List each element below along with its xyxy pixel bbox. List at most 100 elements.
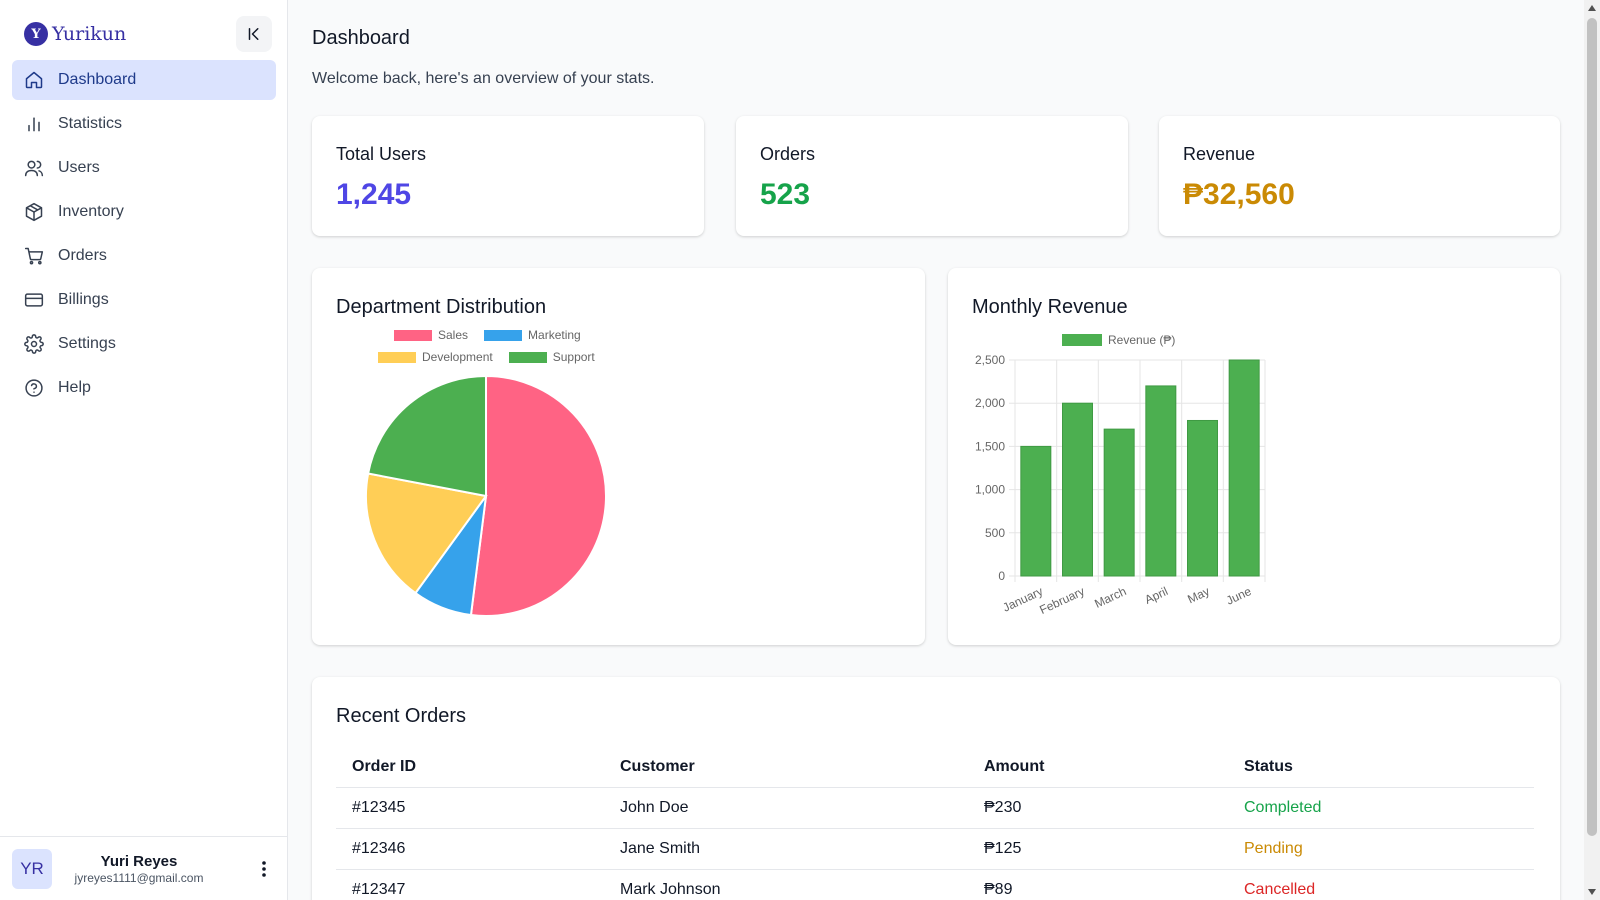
caret-down-icon (1588, 889, 1596, 895)
x-tick-label: May (1185, 584, 1211, 606)
legend-label: Development (422, 350, 493, 364)
page-title: Dashboard (312, 27, 410, 49)
department-distribution-card: Department Distribution Sales Marketing D… (312, 268, 925, 645)
bar-may[interactable] (1187, 419, 1218, 577)
column-header-customer[interactable]: Customer (604, 747, 968, 788)
sidebar-item-label: Statistics (58, 115, 123, 132)
sidebar-item-statistics[interactable]: Statistics (12, 104, 276, 144)
bar-chart: Revenue (₱) 0 500 1,000 1,500 2,000 2,500 Janua… (975, 333, 1266, 617)
column-header-amount[interactable]: Amount (968, 747, 1228, 788)
sidebar-item-billings[interactable]: Billings (12, 280, 276, 320)
order-id: #12347 (336, 869, 604, 900)
bar-june[interactable] (1228, 359, 1260, 577)
profile-menu-button[interactable] (254, 859, 274, 879)
legend-label: Sales (438, 328, 469, 342)
legend-label: Marketing (528, 328, 581, 342)
table-header-row: Order ID Customer Amount Status (336, 747, 1534, 788)
legend-item-development[interactable]: Development (378, 350, 493, 364)
order-amount: ₱125 (968, 828, 1228, 870)
legend-swatch (508, 351, 547, 363)
sidebar-item-label: Help (58, 379, 91, 396)
order-customer: Jane Smith (604, 828, 968, 870)
x-tick-label: March (1092, 584, 1128, 611)
order-customer: John Doe (604, 787, 968, 829)
sidebar-item-orders[interactable]: Orders (12, 236, 276, 276)
caret-up-icon (1588, 5, 1596, 11)
table-row[interactable]: #12346 Jane Smith ₱125 Pending (336, 828, 1534, 870)
home-icon (25, 71, 43, 89)
legend-item-support[interactable]: Support (508, 350, 595, 364)
x-tick-label: June (1224, 584, 1254, 608)
sidebar-nav: Dashboard Statistics Users Inventory Ord… (12, 60, 276, 412)
stat-value: ₱32,560 (1183, 178, 1295, 211)
legend-swatch (394, 329, 432, 341)
sidebar-item-settings[interactable]: Settings (12, 324, 276, 364)
column-header-status[interactable]: Status (1228, 747, 1534, 788)
scroll-up-arrow[interactable] (1584, 0, 1600, 16)
collapse-icon (248, 28, 259, 40)
brand-logo[interactable]: Y Yurikun (24, 20, 126, 48)
collapse-sidebar-button[interactable] (236, 16, 272, 52)
table-row[interactable]: #12347 Mark Johnson ₱89 Cancelled (336, 869, 1534, 900)
y-tick-label: 1,500 (975, 439, 1005, 453)
user-profile: YR Yuri Reyes jyreyes1111@gmail.com (0, 836, 287, 900)
bar-april[interactable] (1145, 385, 1177, 577)
sidebar-item-help[interactable]: Help (12, 368, 276, 408)
table-row[interactable]: #12345 John Doe ₱230 Completed (336, 787, 1534, 829)
credit-card-icon (24, 293, 44, 307)
gear-icon (24, 334, 44, 354)
legend-swatch (378, 351, 416, 363)
profile-name: Yuri Reyes (100, 852, 178, 870)
legend-swatch (1062, 334, 1102, 346)
stat-value: 1,245 (336, 178, 412, 211)
pie-chart (365, 374, 607, 617)
x-tick-label: February (1037, 584, 1086, 617)
brand-badge: Y (24, 22, 48, 46)
stat-card-orders: Orders 523 (736, 116, 1128, 236)
legend-item-marketing[interactable]: Marketing (484, 328, 581, 342)
chart-title: Monthly Revenue (972, 296, 1128, 318)
page-subtitle: Welcome back, here's an overview of your… (312, 70, 655, 87)
help-circle-icon (25, 379, 43, 397)
bar-march[interactable] (1103, 428, 1135, 577)
stat-label: Revenue (1183, 144, 1256, 164)
legend-item-revenue[interactable]: Revenue (₱) (1062, 333, 1175, 347)
sidebar-item-dashboard[interactable]: Dashboard (12, 60, 276, 100)
scroll-thumb[interactable] (1587, 18, 1597, 836)
sidebar-item-label: Orders (58, 247, 107, 264)
order-id: #12345 (336, 787, 604, 829)
stat-value: 523 (760, 178, 811, 211)
y-tick-label: 500 (985, 526, 1005, 540)
column-header-order-id[interactable]: Order ID (336, 747, 604, 788)
order-status: Pending (1228, 828, 1534, 870)
bar-february[interactable] (1062, 402, 1093, 577)
order-amount: ₱89 (968, 869, 1228, 900)
y-tick-label: 0 (998, 569, 1005, 583)
stat-card-revenue: Revenue ₱32,560 (1159, 116, 1560, 236)
cart-icon (24, 247, 44, 265)
page-scrollbar[interactable] (1584, 0, 1600, 900)
orders-table: Order ID Customer Amount Status #12345 J… (336, 747, 1534, 900)
avatar[interactable]: YR (12, 848, 52, 889)
sidebar-item-inventory[interactable]: Inventory (12, 192, 276, 232)
legend-label: Support (552, 350, 595, 364)
bar-chart-icon (28, 117, 40, 132)
scroll-down-arrow[interactable] (1584, 884, 1600, 900)
legend-item-sales[interactable]: Sales (394, 328, 468, 342)
sidebar-item-label: Billings (58, 291, 109, 308)
y-tick-label: 1,000 (975, 483, 1005, 497)
chart-title: Department Distribution (336, 296, 547, 318)
package-icon (25, 202, 43, 222)
order-status: Completed (1228, 787, 1534, 829)
x-tick-label: January (1000, 584, 1045, 615)
legend-label: Revenue (₱) (1108, 333, 1175, 347)
sidebar-item-label: Users (58, 159, 100, 176)
pie-slice-sales[interactable] (469, 374, 607, 617)
x-tick-label: April (1142, 584, 1170, 607)
order-status: Cancelled (1228, 869, 1534, 900)
sidebar-item-users[interactable]: Users (12, 148, 276, 188)
more-vertical-icon (262, 861, 266, 877)
bar-january[interactable] (1020, 445, 1052, 577)
pie-legend-row: Development Support (378, 350, 605, 364)
pie-legend-row: Sales Marketing (394, 328, 591, 342)
